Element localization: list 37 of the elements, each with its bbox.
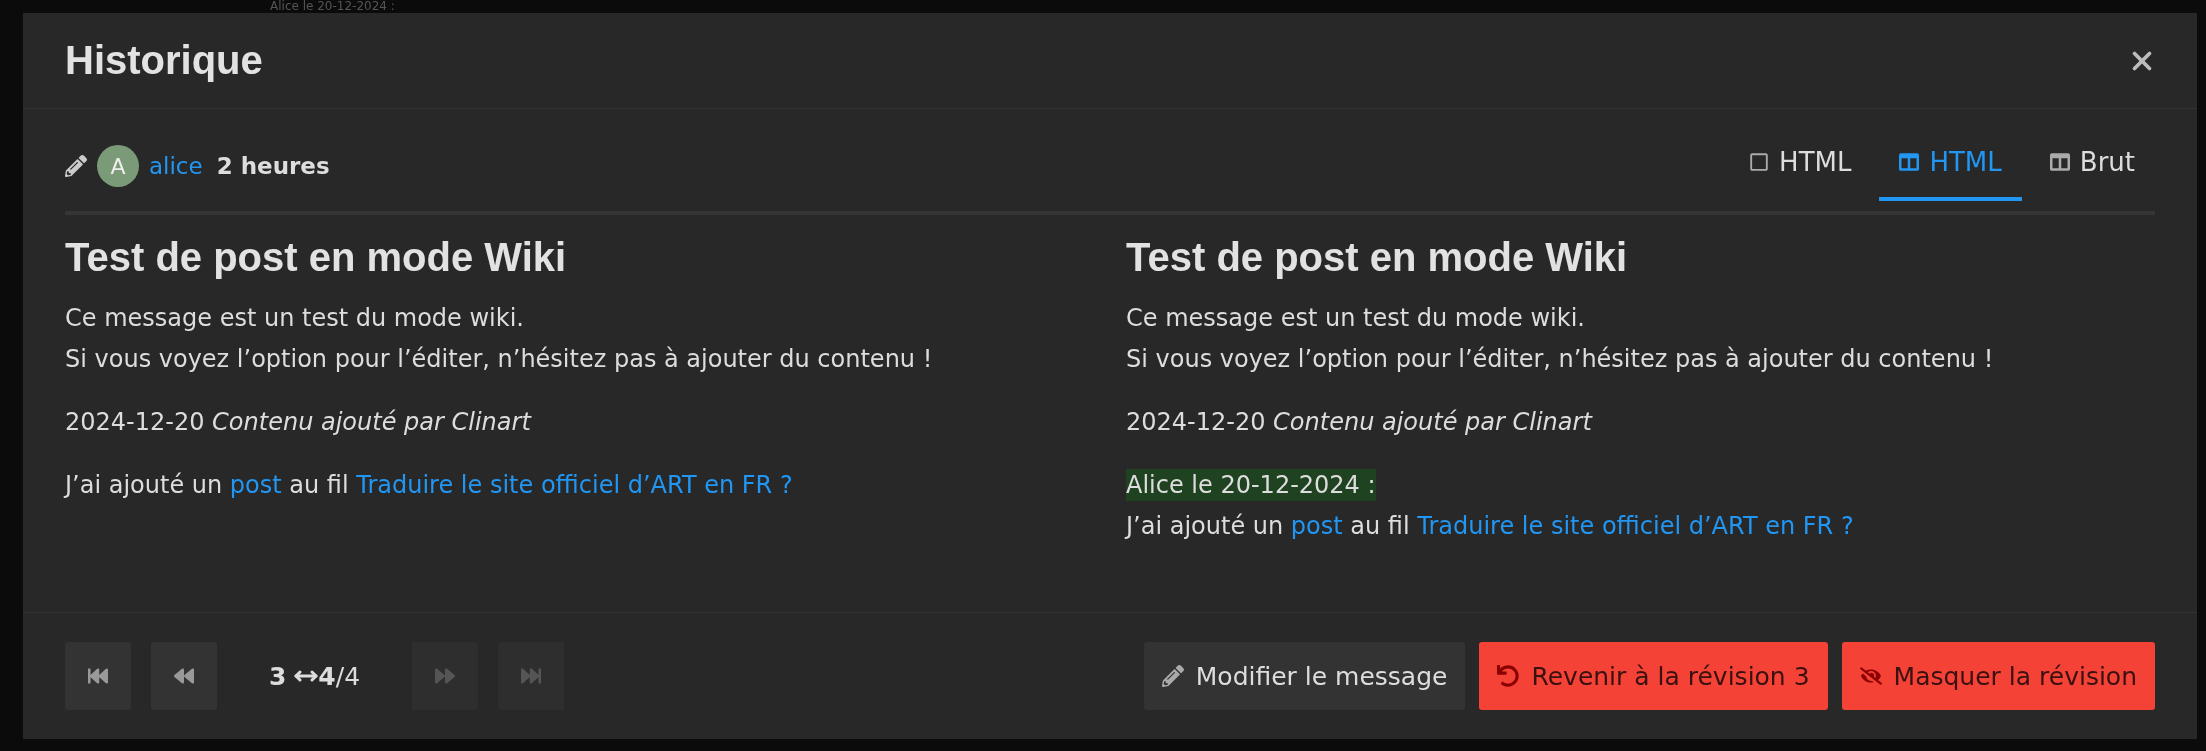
post-heading: Test de post en mode Wiki xyxy=(65,235,568,280)
paragraph: Ce message est un test du mode wiki. Si vous voyez l’option pour l’éditer, n’hésitez pas à ajouter du contenu ! xyxy=(65,303,934,375)
fast-forward-icon xyxy=(435,666,456,686)
inserted-text: Alice le 20-12-2024 : xyxy=(1126,469,1376,501)
link[interactable]: Traduire le site officiel d’ART en FR ? xyxy=(1417,512,1854,540)
revision-age: 2 heures xyxy=(216,153,330,179)
columns-icon xyxy=(1899,152,1920,172)
view-tab[interactable]: HTML xyxy=(1879,121,2022,201)
edit-button[interactable]: Modifier le message xyxy=(1143,642,1466,710)
paragraph: J’ai ajouté un post au fil Traduire le site officiel d’ART en FR ? xyxy=(65,470,794,501)
undo-icon xyxy=(1497,665,1520,687)
paragraph: 2024-12-20 Contenu ajouté par Clinart xyxy=(1126,407,1594,438)
eye-slash-icon xyxy=(1859,665,1882,687)
revision-counter: 3 4/4 xyxy=(269,661,361,691)
nav-button[interactable] xyxy=(151,642,217,710)
rewind-icon xyxy=(174,666,194,686)
link[interactable]: post xyxy=(1290,512,1343,540)
paragraph: Ce message est un test du mode wiki. Si vous voyez l’option pour l’éditer, n’hésitez pas à ajouter du contenu ! xyxy=(1126,303,1995,375)
paragraph: Alice le 20-12-2024 : J’ai ajouté un post au fil Traduire le site officiel d’ART en FR ? xyxy=(1126,468,1855,542)
view-tab[interactable]: Brut xyxy=(2029,121,2155,201)
pencil-icon xyxy=(65,155,87,177)
skip-back-icon xyxy=(88,666,108,686)
revert-button[interactable]: Revenir à la révision 3 xyxy=(1479,642,1828,710)
paragraph: 2024-12-20 Contenu ajouté par Clinart xyxy=(65,407,533,438)
dialog-title: Historique xyxy=(65,38,263,83)
link[interactable]: Traduire le site officiel d’ART en FR ? xyxy=(356,471,793,499)
link[interactable]: post xyxy=(229,471,282,499)
hide-button[interactable]: Masquer la révision xyxy=(1841,642,2155,710)
columns-icon xyxy=(2049,152,2070,172)
background-text: Alice le 20-12-2024 : xyxy=(270,0,395,13)
pencil-icon xyxy=(1161,665,1184,687)
post-heading: Test de post en mode Wiki xyxy=(1126,235,1629,280)
nav-button[interactable] xyxy=(65,642,131,710)
author-link[interactable]: alice xyxy=(149,153,203,179)
skip-forward-icon xyxy=(521,666,542,686)
view-tab[interactable]: HTML xyxy=(1729,121,1872,201)
avatar: A xyxy=(97,145,139,187)
